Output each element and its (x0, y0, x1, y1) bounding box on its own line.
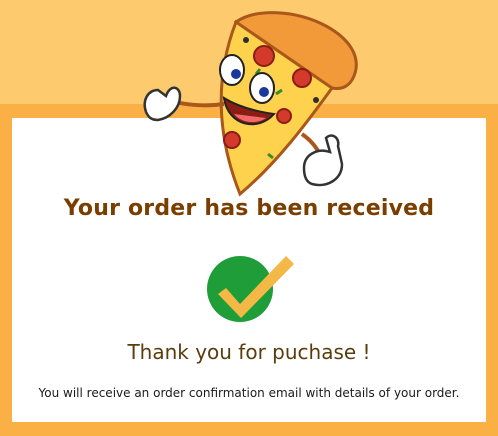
checkmark-circle-icon (207, 256, 294, 322)
confirmation-email-note: You will receive an order confirmation e… (38, 386, 460, 400)
thank-you-text: Thank you for puchase ! (127, 340, 371, 364)
pizza-mascot-icon (143, 11, 358, 197)
order-received-heading: Your order has been received (63, 196, 435, 221)
